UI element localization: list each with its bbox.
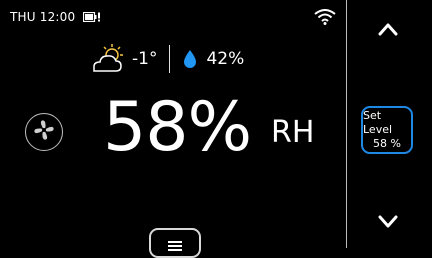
status-bar: THU 12:00 [10, 10, 101, 24]
set-level-value: 58 % [373, 137, 401, 150]
humidity-unit: RH [271, 115, 315, 150]
weather-row: -1° 42% [88, 42, 268, 76]
fan-icon [33, 119, 55, 145]
increase-button[interactable] [368, 12, 408, 46]
humidity-reading: 58% [103, 88, 252, 167]
fan-button[interactable] [25, 113, 63, 151]
vertical-divider [346, 0, 347, 248]
wifi-icon [314, 9, 336, 25]
weather-separator [169, 45, 171, 73]
set-level-button[interactable]: Set Level 58 % [361, 106, 413, 154]
chevron-down-icon [378, 215, 398, 228]
set-level-label: Set Level [363, 109, 393, 136]
partly-cloudy-icon [88, 43, 126, 75]
battery-alert-icon [83, 12, 101, 22]
outdoor-humidity: 42% [206, 49, 245, 69]
menu-button[interactable] [149, 228, 201, 258]
outdoor-temperature: -1° [132, 49, 158, 69]
water-drop-icon [182, 49, 198, 69]
chevron-up-icon [378, 23, 398, 36]
decrease-button[interactable] [368, 205, 408, 239]
clock: THU 12:00 [10, 10, 76, 24]
menu-icon [168, 236, 182, 256]
